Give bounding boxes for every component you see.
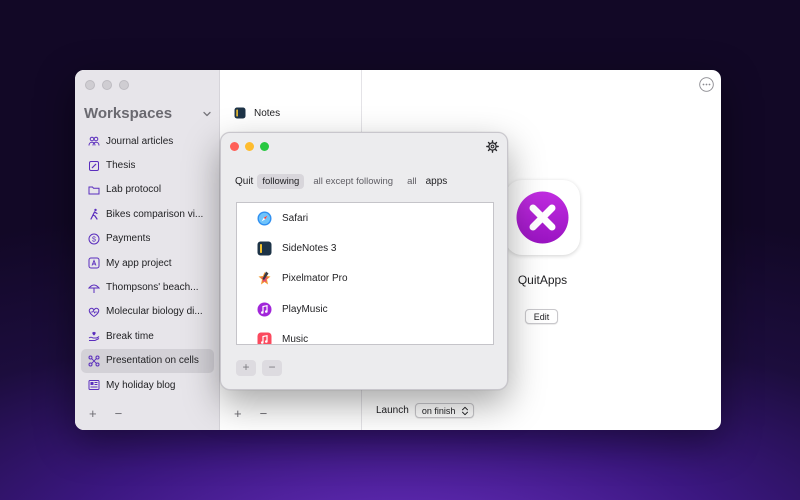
sidebar-controls: + − <box>89 406 122 421</box>
sidebar-item-break-time[interactable]: Break time <box>81 324 214 348</box>
folder-icon <box>88 186 100 195</box>
minimize-button[interactable] <box>245 142 254 151</box>
sidenotes-icon <box>257 241 272 256</box>
list-item[interactable]: SideNotes 3 <box>237 233 493 263</box>
sidenotes-icon <box>234 107 246 119</box>
launch-select[interactable]: on finish <box>414 403 475 418</box>
sidebar-item-my-holiday-blog[interactable]: My holiday blog <box>81 373 214 397</box>
sidebar-item-label: Break time <box>106 330 154 342</box>
ellipsis-circle-icon[interactable] <box>699 77 714 92</box>
zoom-button[interactable] <box>119 80 129 90</box>
playmusic-icon <box>257 302 272 317</box>
pixelmator-icon <box>258 271 271 285</box>
workspaces-title: Workspaces <box>84 105 173 122</box>
sidebar-item-label: Presentation on cells <box>106 355 199 367</box>
app-store-icon <box>88 257 100 269</box>
sidebar-item-bikes-comparison[interactable]: Bikes comparison vi... <box>81 202 214 226</box>
segment-following[interactable]: following <box>257 174 305 189</box>
svg-text:$: $ <box>92 236 96 243</box>
pencil-square-icon <box>89 160 99 171</box>
sidebar-item-label: My holiday blog <box>106 379 176 391</box>
sidebar-item-molecular-biology[interactable]: Molecular biology di... <box>81 300 214 324</box>
launch-row: Launch on finish <box>376 403 475 418</box>
sidebar-item-thesis[interactable]: Thesis <box>81 153 214 177</box>
network-icon <box>88 355 100 367</box>
sidebar-item-label: Bikes comparison vi... <box>106 208 204 220</box>
newspaper-icon <box>88 380 100 391</box>
close-button[interactable] <box>85 80 95 90</box>
app-name: Music <box>282 334 309 345</box>
app-list-controls: + − <box>236 360 282 376</box>
quit-mode-row: Quit following all except following all … <box>235 174 447 189</box>
quitapps-app-icon <box>505 180 580 255</box>
sidebar-item-label: My app project <box>106 257 172 269</box>
people-icon <box>88 136 100 146</box>
window-controls <box>230 142 269 151</box>
add-item-button[interactable]: + <box>234 406 242 421</box>
list-item-notes[interactable]: Notes <box>234 107 280 119</box>
hand-heart-icon <box>88 332 100 342</box>
remove-workspace-button[interactable]: − <box>115 406 123 421</box>
sidebar-item-label: Thompsons' beach... <box>106 282 199 294</box>
quit-x-icon <box>516 191 569 244</box>
apps-label: apps <box>425 176 448 187</box>
remove-item-button[interactable]: − <box>260 406 268 421</box>
sidebar-item-presentation-on-cells[interactable]: Presentation on cells <box>81 348 214 373</box>
heart-pulse-icon <box>88 307 100 318</box>
sidebar-item-label: Molecular biology di... <box>106 306 203 318</box>
segment-all[interactable]: all <box>402 174 422 189</box>
launch-label: Launch <box>376 405 409 416</box>
segment-all-except-following[interactable]: all except following <box>308 174 398 189</box>
sidebar-item-label: Thesis <box>106 160 136 172</box>
list-item[interactable]: Music <box>237 325 493 345</box>
beach-umbrella-icon <box>88 284 100 293</box>
edit-button[interactable]: Edit <box>525 309 558 324</box>
remove-app-button[interactable]: − <box>262 360 282 376</box>
list-item[interactable]: Safari <box>237 203 493 233</box>
minimize-button[interactable] <box>102 80 112 90</box>
app-name: QuitApps <box>517 273 568 287</box>
quit-label: Quit <box>235 176 254 187</box>
app-name: SideNotes 3 <box>282 243 337 255</box>
cyclist-icon <box>90 209 98 220</box>
gear-icon[interactable] <box>486 140 499 153</box>
app-name: PlayMusic <box>282 303 328 315</box>
notes-label: Notes <box>254 107 281 119</box>
list-controls: + − <box>234 406 267 421</box>
sidebar-item-label: Lab protocol <box>106 184 162 196</box>
zoom-button[interactable] <box>260 142 269 151</box>
list-item[interactable]: Pixelmator Pro <box>237 264 493 294</box>
sidebar: Workspaces Journal articles Thesis Lab p… <box>75 70 220 430</box>
workspace-list: Journal articles Thesis Lab protocol Bik… <box>81 129 214 397</box>
close-button[interactable] <box>230 142 239 151</box>
quit-apps-panel: Quit following all except following all … <box>220 132 508 390</box>
dollar-circle-icon: $ <box>88 233 100 245</box>
app-name: Safari <box>282 212 309 224</box>
chevron-updown-icon <box>462 406 469 416</box>
sidebar-item-journal-articles[interactable]: Journal articles <box>81 129 214 153</box>
safari-icon <box>257 211 272 226</box>
app-name: Pixelmator Pro <box>282 273 348 285</box>
sidebar-item-my-app-project[interactable]: My app project <box>81 251 214 275</box>
launch-select-value: on finish <box>421 406 456 416</box>
chevron-down-icon[interactable] <box>201 108 213 120</box>
add-workspace-button[interactable]: + <box>89 406 97 421</box>
add-app-button[interactable]: + <box>236 360 256 376</box>
sidebar-item-payments[interactable]: $ Payments <box>81 227 214 251</box>
music-icon <box>257 332 272 344</box>
list-item[interactable]: PlayMusic <box>237 294 493 324</box>
apps-list[interactable]: Safari SideNotes 3 Pixelmator Pro PlayMu… <box>236 202 494 345</box>
sidebar-item-thompsons-beach[interactable]: Thompsons' beach... <box>81 275 214 299</box>
window-controls-inactive <box>85 80 129 90</box>
sidebar-item-label: Payments <box>106 233 151 245</box>
sidebar-item-lab-protocol[interactable]: Lab protocol <box>81 178 214 202</box>
sidebar-item-label: Journal articles <box>106 135 174 147</box>
